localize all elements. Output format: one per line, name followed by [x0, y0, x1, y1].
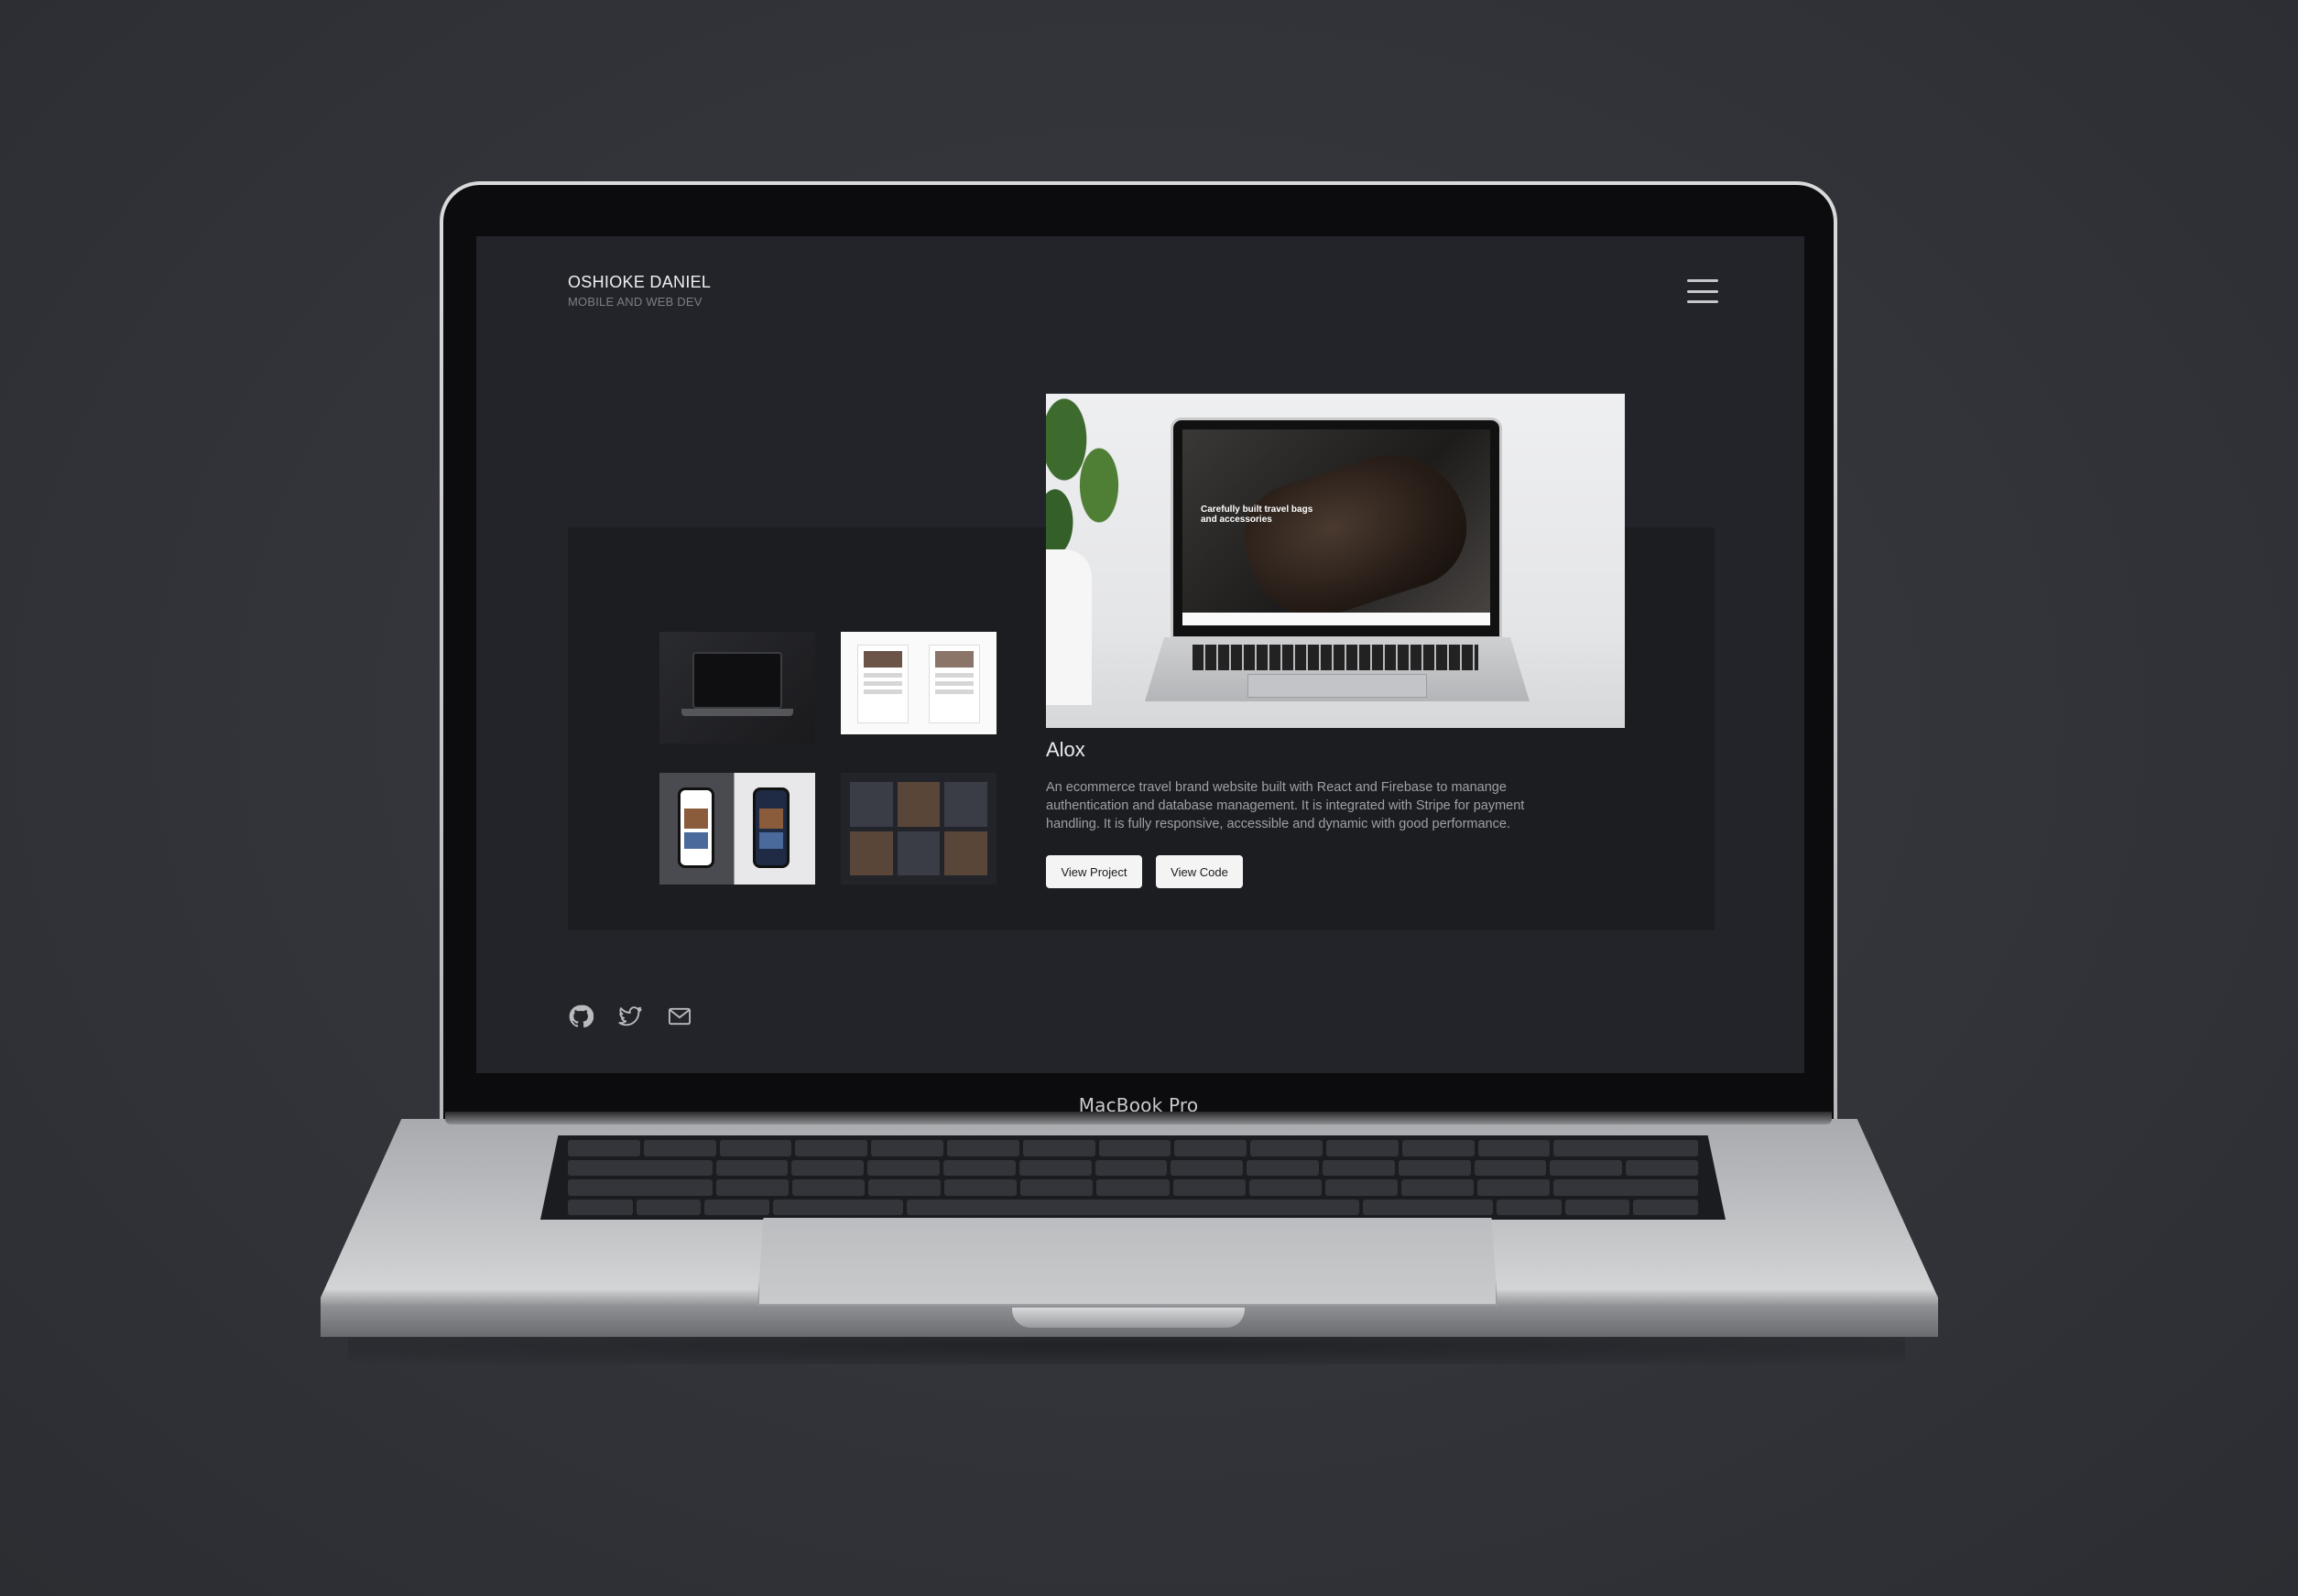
laptop-notch — [1012, 1308, 1245, 1328]
mail-icon[interactable] — [667, 1004, 692, 1029]
view-project-button[interactable]: View Project — [1046, 855, 1142, 888]
collage-mockup-thumbnail[interactable] — [841, 773, 997, 885]
menu-button[interactable] — [1687, 279, 1718, 303]
laptop-lid: OSHIOKE DANIEL MOBILE AND WEB DEV Carefu… — [440, 181, 1837, 1124]
laptop-image — [692, 652, 782, 709]
social-links — [568, 1004, 692, 1029]
hamburger-menu-icon — [1687, 279, 1718, 282]
view-code-button[interactable]: View Code — [1156, 855, 1243, 888]
collage-image — [850, 782, 987, 875]
project-hero-image: Carefully built travel bags and accessor… — [1046, 394, 1625, 728]
plant-image — [1046, 394, 1138, 568]
page-image — [929, 645, 980, 723]
phone-image — [753, 787, 790, 868]
phones-mockup-thumbnail[interactable] — [659, 773, 815, 885]
laptop-trackpad — [757, 1218, 1498, 1306]
laptop-keyboard — [540, 1135, 1726, 1220]
page-image — [857, 645, 909, 723]
bag-image — [1230, 435, 1483, 625]
brand-name[interactable]: OSHIOKE DANIEL — [568, 273, 711, 292]
project-description: An ecommerce travel brand website built … — [1046, 780, 1525, 831]
laptop-hinge — [445, 1112, 1832, 1124]
project-title: Alox — [1046, 738, 1085, 761]
brand[interactable]: OSHIOKE DANIEL MOBILE AND WEB DEV — [568, 273, 711, 309]
pages-mockup-thumbnail[interactable] — [841, 632, 997, 734]
laptop-mockup-thumbnail[interactable] — [659, 632, 815, 744]
laptop-screen: OSHIOKE DANIEL MOBILE AND WEB DEV Carefu… — [476, 236, 1804, 1073]
hero-laptop: Carefully built travel bags and accessor… — [1171, 418, 1502, 639]
laptop-bezel: OSHIOKE DANIEL MOBILE AND WEB DEV Carefu… — [443, 185, 1834, 1121]
github-icon[interactable] — [568, 1004, 594, 1029]
brand-subtitle: MOBILE AND WEB DEV — [568, 295, 702, 309]
phone-image — [678, 787, 714, 868]
hero-caption: Carefully built travel bags and accessor… — [1201, 505, 1313, 525]
twitter-icon[interactable] — [617, 1004, 643, 1029]
